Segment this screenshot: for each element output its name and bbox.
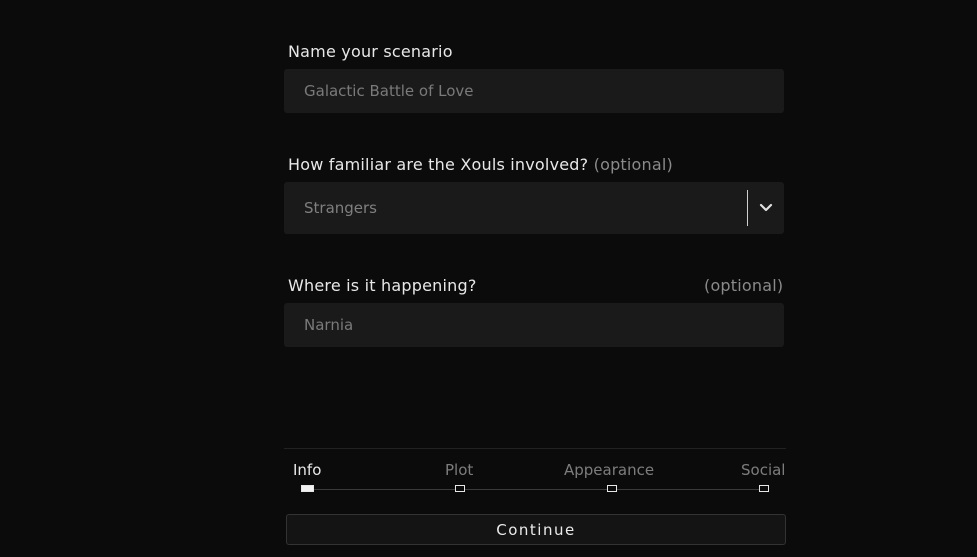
chevron-down-icon[interactable] [756,198,776,218]
familiarity-selected-value: Strangers [304,199,378,217]
continue-button[interactable]: Continue [286,514,786,545]
familiarity-select[interactable]: Strangers [284,182,784,234]
scenario-form-page: Name your scenario How familiar are the … [0,0,977,557]
step-social-node[interactable] [759,485,769,492]
scenario-name-input[interactable] [284,69,784,113]
familiarity-label-row: How familiar are the Xouls involved? (op… [288,155,673,174]
step-info-label[interactable]: Info [293,461,321,479]
scenario-name-label: Name your scenario [288,42,453,61]
location-field-container [284,303,784,347]
familiarity-optional-tag: (optional) [593,155,673,174]
step-social-label[interactable]: Social [741,461,785,479]
section-divider [284,448,786,449]
location-label: Where is it happening? [288,276,477,295]
step-appearance-label[interactable]: Appearance [564,461,654,479]
familiarity-label: How familiar are the Xouls involved? [288,155,589,174]
scenario-name-field-container [284,69,784,113]
location-input[interactable] [284,303,784,347]
step-appearance-node[interactable] [607,485,617,492]
step-plot-label[interactable]: Plot [445,461,473,479]
step-info-node[interactable] [301,485,314,492]
select-divider [747,190,748,226]
step-plot-node[interactable] [455,485,465,492]
stepper-track [308,489,764,490]
location-optional-tag: (optional) [704,276,784,295]
